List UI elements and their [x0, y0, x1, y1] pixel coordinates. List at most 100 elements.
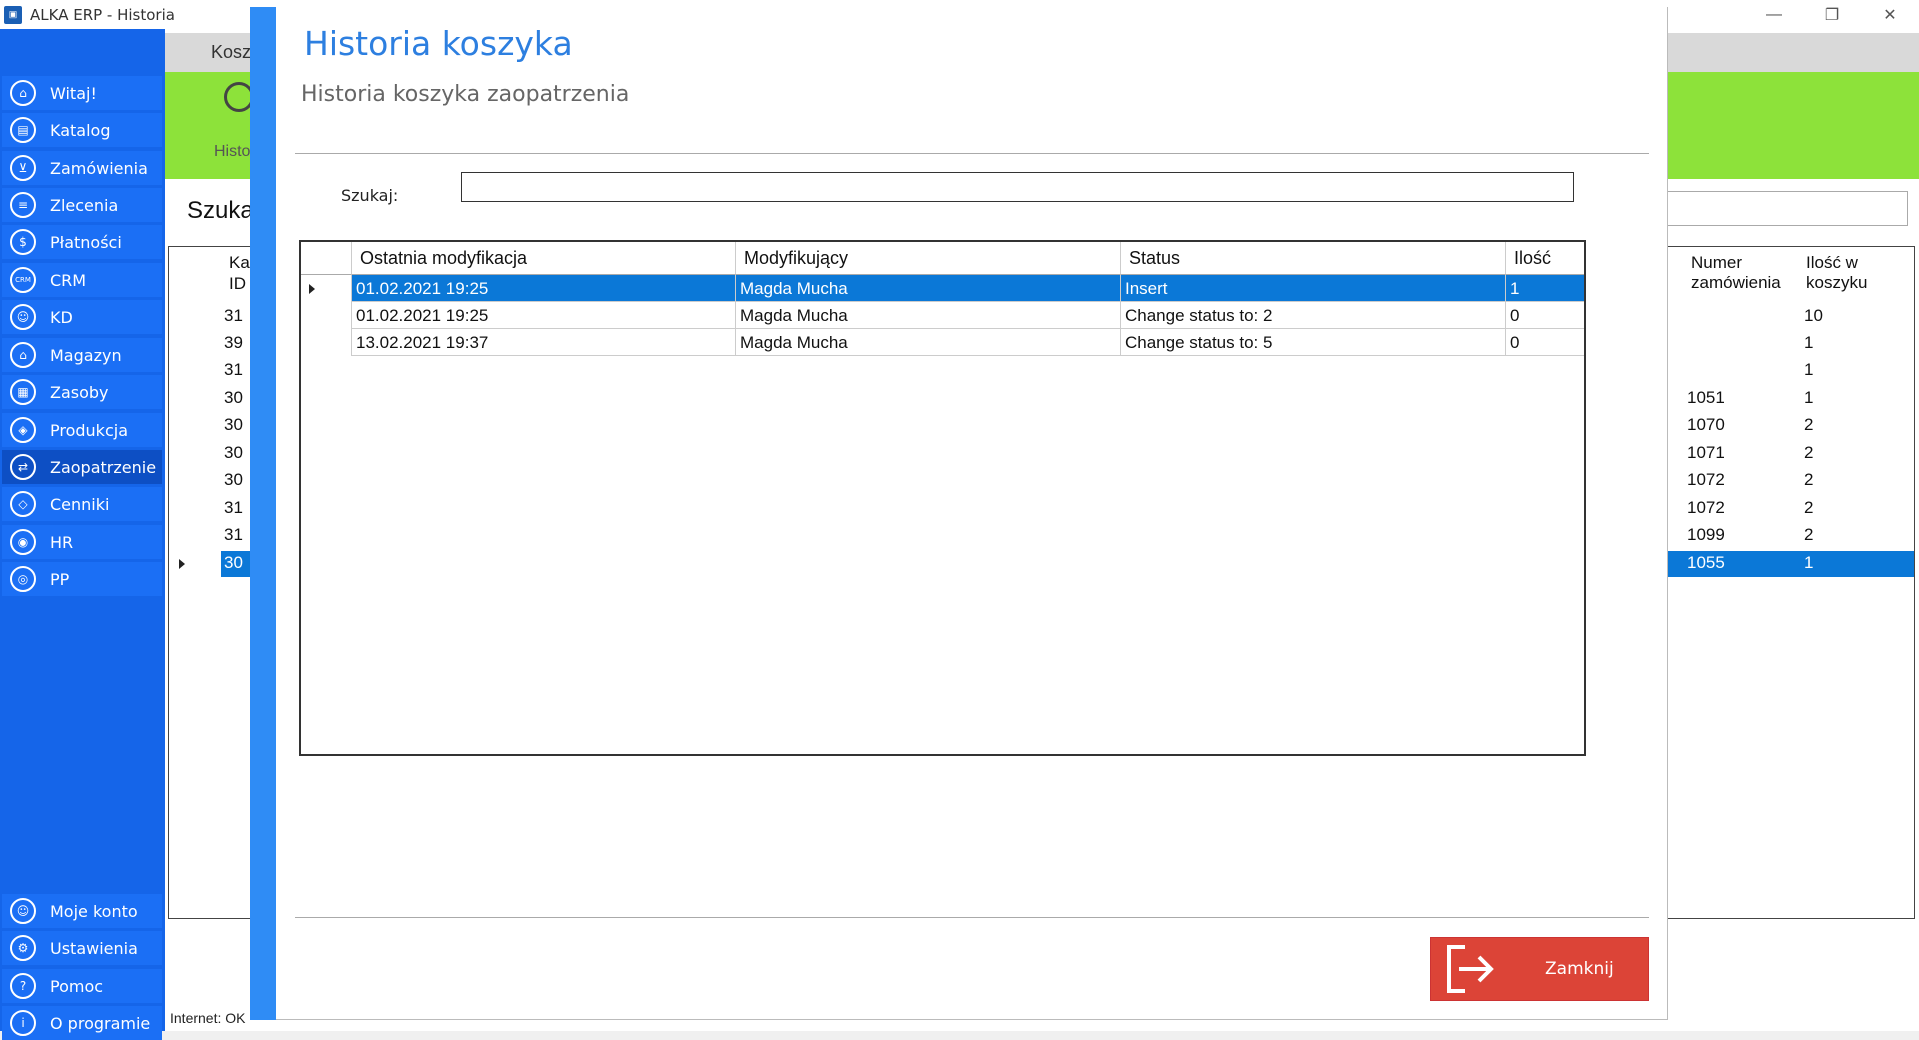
column-header-qty[interactable]: Ilość — [1506, 242, 1584, 275]
sidebar-item-katalog[interactable]: ▤ Katalog — [2, 113, 162, 147]
bg-cell-ilosc: 2 — [1804, 498, 1814, 517]
sidebar-item-crm[interactable]: CRM CRM — [2, 263, 162, 297]
app-icon: ▣ — [4, 5, 22, 24]
sidebar-item-label: Pomoc — [50, 976, 104, 996]
sidebar-item-label: Magazyn — [50, 345, 122, 365]
cell-date: 01.02.2021 19:25 — [352, 302, 736, 329]
tab-koszyk[interactable]: Kosz — [211, 42, 251, 63]
sidebar-item-moje-konto[interactable]: ☺ Moje konto — [2, 894, 162, 928]
sidebar-item-label: Katalog — [50, 120, 111, 140]
sidebar: ⌂ Witaj! ▤ Katalog ⊻ Zamówienia ≡ Zlecenia $… — [0, 29, 165, 1040]
sidebar-item-hr[interactable]: ◉ HR — [2, 525, 162, 559]
sidebar-item-zamowienia[interactable]: ⊻ Zamówienia — [2, 151, 162, 185]
bg-cell-ilosc: 1 — [1804, 553, 1814, 572]
bg-header-ka: Ka — [229, 253, 250, 272]
sidebar-item-label: Ustawienia — [50, 938, 138, 958]
sidebar-item-platnosci[interactable]: $ Płatności — [2, 225, 162, 259]
warehouse-icon: ⌂ — [10, 342, 36, 368]
info-icon: i — [10, 1010, 36, 1036]
sidebar-item-cenniki[interactable]: ◇ Cenniki — [2, 487, 162, 521]
column-header-user[interactable]: Modyfikujący — [736, 242, 1121, 275]
help-icon: ? — [10, 973, 36, 999]
row-header[interactable] — [301, 329, 352, 356]
bg-cell-id: 30 — [224, 553, 243, 572]
cell-user: Magda Mucha — [736, 329, 1121, 356]
bg-cell-ilosc: 1 — [1804, 388, 1814, 407]
box-icon: ▦ — [10, 379, 36, 405]
row-header[interactable] — [301, 275, 352, 302]
bg-cell-ilosc: 2 — [1804, 443, 1814, 462]
bg-cell-id: 39 — [224, 333, 243, 352]
sidebar-item-produkcja[interactable]: ◈ Produkcja — [2, 413, 162, 447]
sidebar-item-label: Witaj! — [50, 83, 97, 103]
hr-icon: ◉ — [10, 529, 36, 555]
bg-cell-id: 30 — [224, 415, 243, 434]
dialog-title: Historia koszyka — [304, 24, 573, 63]
sidebar-item-zasoby[interactable]: ▦ Zasoby — [2, 375, 162, 409]
sidebar-item-kd[interactable]: ☺ KD — [2, 300, 162, 334]
sidebar-item-o-programie[interactable]: i O programie — [2, 1006, 162, 1040]
table-row[interactable]: 13.02.2021 19:37 Magda Mucha Change stat… — [301, 329, 1584, 356]
dialog-subtitle: Historia koszyka zaopatrzenia — [301, 82, 630, 107]
close-button-label: Zamknij — [1545, 959, 1614, 979]
bg-cell-id: 31 — [224, 360, 243, 379]
sidebar-item-zlecenia[interactable]: ≡ Zlecenia — [2, 188, 162, 222]
cell-user: Magda Mucha — [736, 302, 1121, 329]
sidebar-item-label: HR — [50, 532, 74, 552]
production-icon: ◈ — [10, 417, 36, 443]
sidebar-item-label: Moje konto — [50, 901, 138, 921]
sidebar-item-magazyn[interactable]: ⌂ Magazyn — [2, 338, 162, 372]
close-window-button[interactable]: ✕ — [1861, 0, 1919, 29]
cart-icon: ⊻ — [10, 155, 36, 181]
table-row[interactable]: 01.02.2021 19:25 Magda Mucha Change stat… — [301, 302, 1584, 329]
gear-icon: ⚙ — [10, 935, 36, 961]
column-header-status[interactable]: Status — [1121, 242, 1506, 275]
bg-cell-numer: 1051 — [1687, 388, 1725, 407]
history-grid: Ostatnia modyfikacja Modyfikujący Status… — [299, 240, 1586, 756]
cell-status: Change status to: 5 — [1121, 329, 1506, 356]
row-header[interactable] — [301, 302, 352, 329]
sidebar-item-label: O programie — [50, 1013, 151, 1033]
restore-button[interactable]: ❐ — [1803, 0, 1861, 29]
sidebar-item-pomoc[interactable]: ? Pomoc — [2, 969, 162, 1003]
bg-cell-numer: 1099 — [1687, 525, 1725, 544]
bg-cell-ilosc: 2 — [1804, 415, 1814, 434]
column-header-date[interactable]: Ostatnia modyfikacja — [352, 242, 736, 275]
row-pointer-icon — [309, 284, 315, 294]
sidebar-item-zaopatrzenie[interactable]: ⇄ Zaopatrzenie — [2, 450, 162, 484]
background-search-title: Szuka — [187, 197, 254, 224]
sidebar-item-label: Zasoby — [50, 382, 109, 402]
bg-header-numer: Numer zamówienia — [1691, 253, 1781, 292]
search-input[interactable] — [461, 172, 1574, 202]
sidebar-item-ustawienia[interactable]: ⚙ Ustawienia — [2, 931, 162, 965]
grid-corner — [301, 242, 352, 275]
bg-cell-id: 30 — [224, 443, 243, 462]
modal-accent-bar — [250, 7, 276, 1020]
tag-icon: ◇ — [10, 491, 36, 517]
sidebar-item-pp[interactable]: ◎ PP — [2, 562, 162, 596]
sidebar-item-label: Zamówienia — [50, 158, 148, 178]
cell-user: Magda Mucha — [736, 275, 1121, 302]
bg-cell-ilosc: 1 — [1804, 360, 1814, 379]
ribbon-history-label[interactable]: Histo — [214, 143, 250, 161]
bg-cell-ilosc: 2 — [1804, 470, 1814, 489]
close-button[interactable]: Zamknij — [1430, 937, 1649, 1001]
divider — [295, 153, 1649, 154]
cell-qty: 1 — [1510, 279, 1520, 298]
table-row[interactable]: 01.02.2021 19:25 Magda Mucha Insert 1 — [301, 275, 1584, 302]
bg-cell-ilosc: 1 — [1804, 333, 1814, 352]
bg-cell-numer: 1055 — [1687, 553, 1725, 572]
bg-cell-numer: 1072 — [1687, 498, 1725, 517]
sidebar-item-label: PP — [50, 569, 70, 589]
status-internet: Internet: OK — [170, 1010, 246, 1026]
bg-cell-numer: 1070 — [1687, 415, 1725, 434]
exit-icon — [1447, 945, 1494, 993]
sidebar-item-witaj[interactable]: ⌂ Witaj! — [2, 76, 162, 110]
sidebar-item-label: Cenniki — [50, 494, 110, 514]
bg-cell-id: 31 — [224, 498, 243, 517]
minimize-button[interactable]: — — [1745, 0, 1803, 29]
cell-qty: 0 — [1510, 306, 1520, 325]
background-search-input[interactable] — [1660, 191, 1908, 226]
cell-date: 01.02.2021 19:25 — [352, 275, 736, 302]
pp-icon: ◎ — [10, 566, 36, 592]
